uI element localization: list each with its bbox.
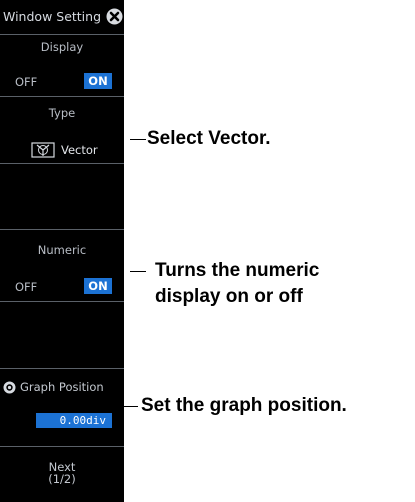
graph-position-value: 0.00div [59,414,106,427]
graph-position-field[interactable]: 0.00div [36,413,112,428]
graph-position-label: Graph Position [3,380,104,394]
display-on-option: ON [84,73,112,89]
callout-graph-position: Set the graph position. [141,395,347,416]
graph-position-text: Graph Position [20,380,104,394]
divider [0,229,124,230]
numeric-label: Numeric [37,243,87,257]
callout-line-type [130,139,146,140]
type-label: Type [48,106,76,120]
callout-type: Select Vector. [147,128,271,149]
type-value: Vector [61,143,98,157]
callout-numeric-line2: display on or off [155,286,303,307]
divider [0,301,124,302]
next-page-button[interactable]: Next (1/2) [0,446,124,502]
next-page-indicator: (1/2) [48,472,76,486]
panel-title: Window Setting [3,9,102,24]
numeric-on-option: ON [84,278,112,294]
panel-titlebar: Window Setting [0,0,124,34]
callout-line-graph-position [118,406,138,407]
display-off-option: OFF [15,75,38,89]
numeric-toggle[interactable]: OFF ON [0,278,124,296]
display-toggle[interactable]: OFF ON [0,73,124,91]
numeric-off-option: OFF [15,280,38,294]
divider [0,368,124,369]
display-label: Display [40,40,84,54]
divider [0,163,124,164]
callout-line-numeric [130,271,146,272]
vector-icon [31,142,55,158]
close-icon[interactable] [106,8,123,25]
type-selector[interactable]: Vector [31,141,98,159]
callout-numeric-line1: Turns the numeric [155,260,320,281]
display-section: Display OFF ON [0,34,124,96]
divider [0,96,124,97]
window-setting-panel: Window Setting Display OFF ON Type Vecto… [0,0,124,502]
knob-icon [3,381,16,393]
